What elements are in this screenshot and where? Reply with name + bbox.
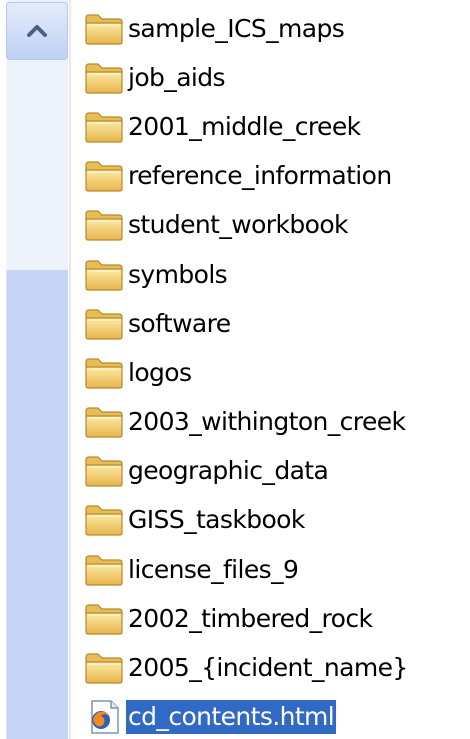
folder-icon bbox=[85, 112, 123, 143]
folder-icon bbox=[85, 210, 123, 242]
list-item-folder[interactable]: 2003_withington_creek bbox=[84, 398, 470, 447]
file-name: GISS_taskbook bbox=[128, 505, 305, 535]
pane-divider bbox=[69, 0, 72, 739]
folder-icon bbox=[85, 456, 123, 488]
list-item-folder[interactable]: sample_ICS_maps bbox=[84, 4, 470, 53]
file-name: job_aids bbox=[128, 62, 226, 92]
file-name: license_files_9 bbox=[128, 554, 299, 584]
file-name: logos bbox=[128, 357, 192, 387]
folder-icon bbox=[85, 358, 123, 389]
list-item-folder[interactable]: job_aids bbox=[84, 53, 470, 102]
html-file-icon bbox=[91, 700, 119, 734]
list-item-folder[interactable]: geographic_data bbox=[84, 447, 470, 496]
list-item-folder[interactable]: GISS_taskbook bbox=[84, 496, 470, 545]
list-item-folder[interactable]: license_files_9 bbox=[84, 545, 470, 594]
file-name: 2003_withington_creek bbox=[128, 407, 406, 437]
list-item-folder[interactable]: symbols bbox=[84, 250, 470, 299]
vertical-scrollbar[interactable] bbox=[0, 0, 68, 739]
scrollbar-thumb[interactable] bbox=[6, 270, 68, 739]
list-item-folder[interactable]: 2005_{incident_name} bbox=[84, 643, 470, 692]
folder-icon bbox=[85, 161, 123, 192]
folder-icon bbox=[85, 653, 123, 684]
file-name: 2001_middle_creek bbox=[128, 111, 361, 141]
file-name: sample_ICS_maps bbox=[128, 13, 345, 43]
folder-icon bbox=[85, 13, 123, 45]
list-item-folder[interactable]: 2002_timbered_rock bbox=[84, 594, 470, 643]
folder-icon bbox=[85, 505, 123, 537]
file-list: sample_ICS_maps job_aids 2001_middle_cre… bbox=[84, 4, 470, 739]
folder-icon bbox=[85, 554, 123, 586]
file-name: cd_contents.html bbox=[126, 700, 337, 735]
folder-icon bbox=[85, 407, 123, 438]
folder-icon bbox=[85, 259, 123, 291]
list-item-folder[interactable]: logos bbox=[84, 348, 470, 397]
list-item-folder[interactable]: 2001_middle_creek bbox=[84, 102, 470, 151]
folder-icon bbox=[85, 308, 123, 340]
file-name: reference_information bbox=[128, 161, 392, 191]
file-name: software bbox=[128, 308, 231, 338]
folder-icon bbox=[85, 63, 123, 94]
file-name: geographic_data bbox=[128, 456, 329, 486]
chevron-up-icon bbox=[27, 25, 47, 37]
file-name: 2005_{incident_name} bbox=[128, 653, 408, 683]
file-name: symbols bbox=[128, 259, 228, 289]
list-item-folder[interactable]: software bbox=[84, 299, 470, 348]
folder-icon bbox=[85, 604, 123, 635]
list-item-folder[interactable]: student_workbook bbox=[84, 201, 470, 250]
file-name: student_workbook bbox=[128, 210, 349, 240]
scroll-up-button[interactable] bbox=[6, 2, 68, 60]
list-item-folder[interactable]: reference_information bbox=[84, 152, 470, 201]
list-item-file-selected[interactable]: cd_contents.html bbox=[84, 693, 470, 739]
file-name: 2002_timbered_rock bbox=[128, 603, 373, 633]
